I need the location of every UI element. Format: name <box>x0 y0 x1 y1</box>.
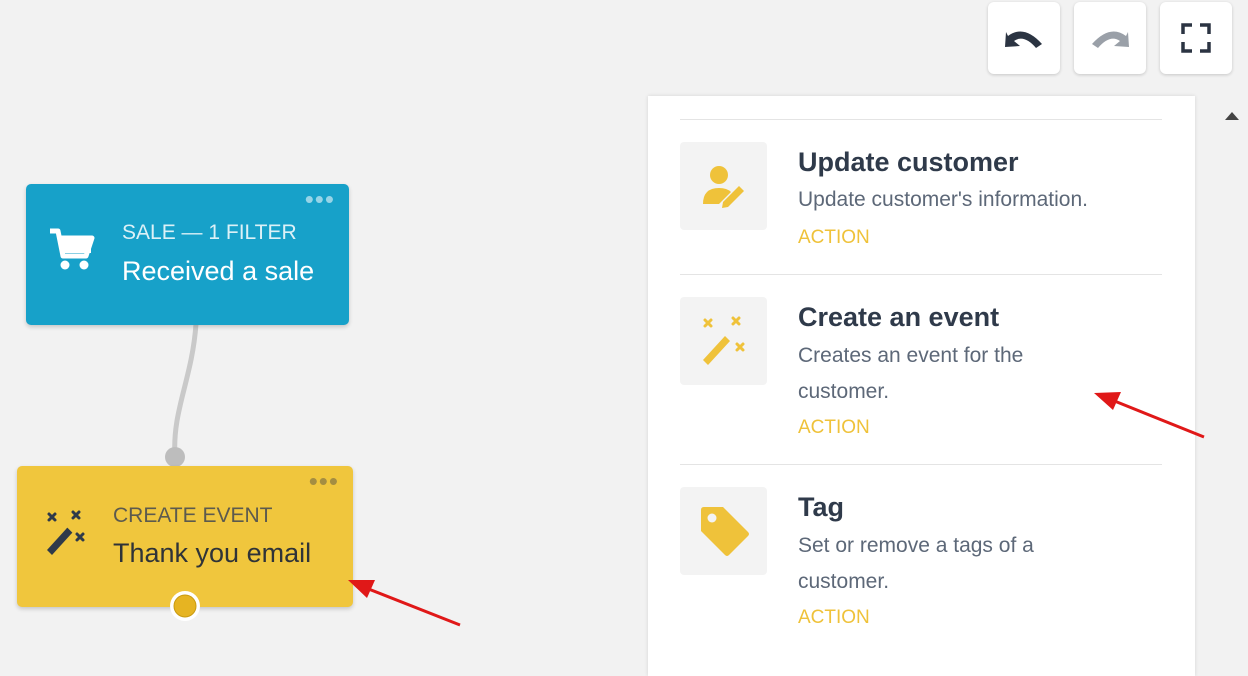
red-arrow-icon <box>1094 392 1205 439</box>
annotation-arrows <box>348 392 1205 627</box>
red-arrow-icon <box>348 580 461 627</box>
